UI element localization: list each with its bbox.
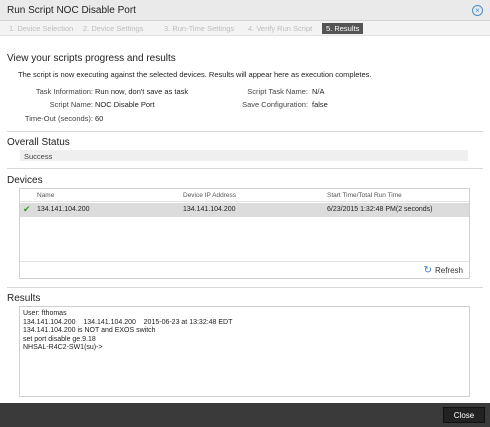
script-task-name-label: Script Task Name:: [247, 87, 308, 96]
column-header-time[interactable]: Start Time/Total Run Time: [327, 192, 402, 199]
close-icon[interactable]: ×: [472, 5, 483, 16]
refresh-icon: ↻: [423, 265, 432, 276]
section-divider: [7, 131, 483, 132]
devices-table: Name Device IP Address Start Time/Total …: [19, 188, 470, 279]
timeout-label: Time-Out (seconds):: [24, 114, 93, 123]
dialog-title: Run Script NOC Disable Port: [7, 5, 136, 16]
script-name-value: NOC Disable Port: [95, 100, 155, 109]
timeout-value: 60: [95, 114, 104, 123]
dialog-footer: Close: [0, 403, 490, 427]
overall-status-heading: Overall Status: [7, 137, 70, 148]
task-information-label: Task Information:: [35, 87, 93, 96]
wizard-step-run-time-settings[interactable]: 3. Run-Time Settings: [160, 23, 238, 34]
dialog-title-bar: Run Script NOC Disable Port ×: [0, 0, 490, 21]
wizard-step-results[interactable]: 5. Results: [322, 23, 364, 34]
column-header-ip[interactable]: Device IP Address: [183, 192, 236, 199]
wizard-step-device-settings[interactable]: 2. Device Settings: [79, 23, 147, 34]
result-line: 134.141.104.200 134.141.104.200 2015-06-…: [23, 318, 233, 326]
task-information-value: Run now, don't save as task: [95, 87, 189, 96]
result-line: 134.141.104.200 is NOT and EXOS switch: [23, 327, 156, 334]
overall-status-box: Success: [20, 150, 468, 161]
result-line: User: fthomas: [23, 310, 67, 317]
script-task-name-value: N/A: [312, 87, 325, 96]
device-time-cell: 6/23/2015 1:32:48 PM(2 seconds): [327, 206, 433, 213]
progress-description: The script is now executing against the …: [18, 70, 372, 79]
device-name-cell: 134.141.104.200: [37, 206, 90, 213]
wizard-step-verify-run-script[interactable]: 4. Verify Run Script: [244, 23, 316, 34]
section-divider: [7, 168, 483, 169]
column-header-name[interactable]: Name: [37, 192, 54, 199]
section-divider: [7, 287, 483, 288]
script-name-label: Script Name:: [49, 100, 93, 109]
checkmark-icon: ✔: [23, 204, 31, 214]
result-line: NHSAL-R4C2-SW1(su)->: [23, 344, 103, 351]
refresh-button[interactable]: ↻ Refresh: [424, 265, 463, 276]
save-configuration-label: Save Configuration:: [242, 100, 308, 109]
results-heading: Results: [7, 293, 41, 304]
close-button[interactable]: Close: [443, 407, 485, 423]
table-header: Name Device IP Address Start Time/Total …: [20, 189, 469, 202]
devices-heading: Devices: [7, 175, 43, 186]
table-row[interactable]: ✔ 134.141.104.200 134.141.104.200 6/23/2…: [20, 203, 469, 217]
progress-heading: View your scripts progress and results: [7, 53, 176, 64]
save-configuration-value: false: [312, 100, 328, 109]
refresh-label: Refresh: [434, 266, 463, 275]
overall-status-value: Success: [24, 151, 53, 161]
results-output[interactable]: User: fthomas 134.141.104.200 134.141.10…: [19, 306, 470, 397]
table-footer: ↻ Refresh: [20, 261, 469, 279]
wizard-step-device-selection[interactable]: 1. Device Selection: [5, 23, 77, 34]
device-ip-cell: 134.141.104.200: [183, 206, 236, 213]
wizard-steps: 1. Device Selection 2. Device Settings 3…: [0, 21, 490, 36]
result-line: set port disable ge.9.18: [23, 335, 96, 343]
